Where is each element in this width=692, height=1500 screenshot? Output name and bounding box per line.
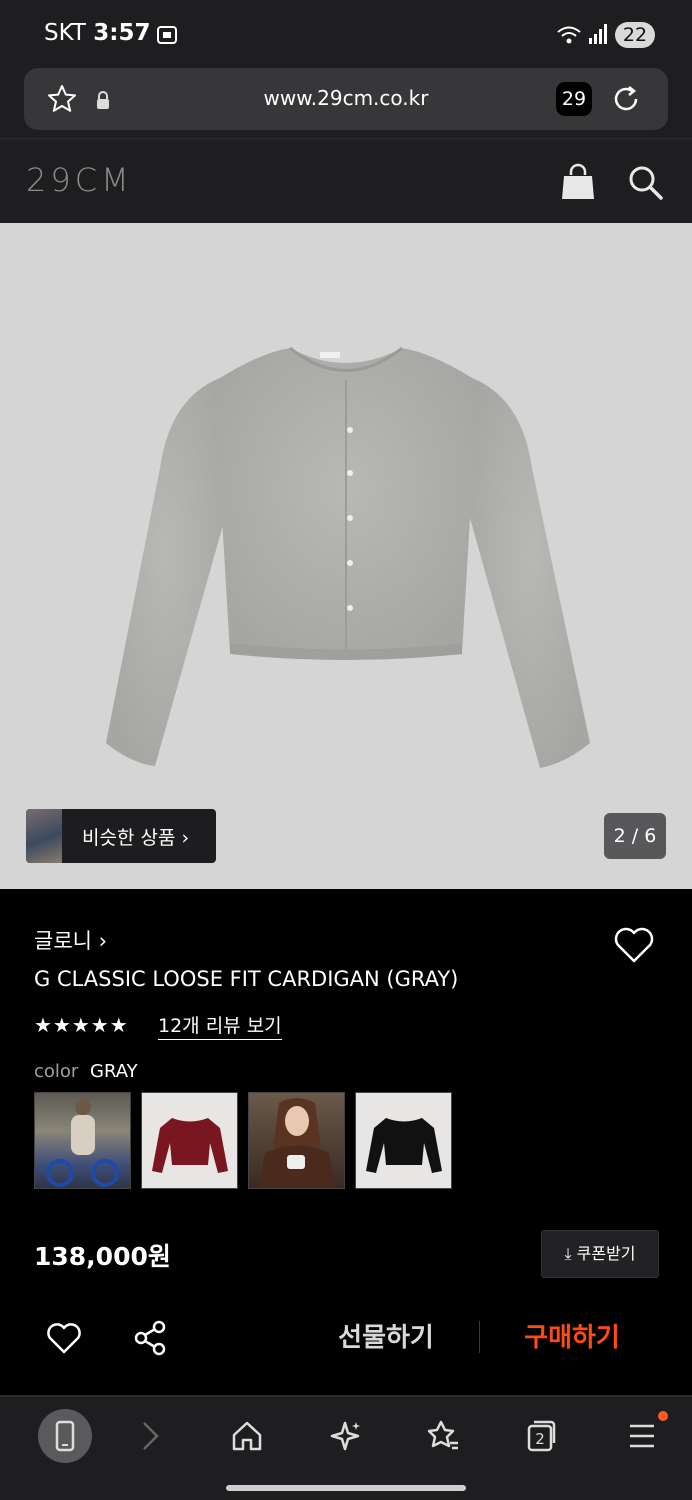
swatch-model-photo-1[interactable]	[34, 1092, 131, 1189]
swatch-model-photo-2[interactable]	[248, 1092, 345, 1189]
screenshot-icon	[157, 26, 177, 44]
carrier-name: SKT	[44, 20, 86, 46]
browser-toolbar: www.29cm.co.kr 29	[0, 66, 692, 138]
wishlist-heart-icon[interactable]	[46, 1321, 82, 1355]
site-logo[interactable]: 29CM	[26, 161, 133, 199]
share-icon[interactable]	[132, 1319, 168, 1357]
home-indicator[interactable]	[226, 1485, 466, 1491]
tabs-button[interactable]: 2	[514, 1409, 568, 1463]
tabs-count: 2	[535, 1430, 545, 1448]
address-bar[interactable]: www.29cm.co.kr 29	[24, 68, 668, 130]
status-time: 3:57	[93, 20, 151, 46]
color-value: GRAY	[90, 1061, 138, 1082]
browser-bottom-nav: 2	[0, 1395, 692, 1500]
notification-dot	[658, 1411, 668, 1421]
product-info: 글로니 › G CLASSIC LOOSE FIT CARDIGAN (GRAY…	[0, 889, 692, 1395]
battery-indicator: 22	[615, 22, 655, 48]
swatch-black-cardigan[interactable]	[355, 1092, 452, 1189]
status-carrier-time: SKT 3:57	[44, 20, 150, 46]
forward-button[interactable]	[122, 1409, 176, 1463]
buy-button[interactable]: 구매하기	[504, 1317, 640, 1359]
wifi-icon	[557, 26, 581, 44]
phone-icon	[55, 1420, 75, 1452]
brand-link[interactable]: 글로니 ›	[34, 925, 107, 955]
reload-icon[interactable]	[609, 82, 643, 116]
product-image-carousel[interactable]: 비슷한 상품 › 2 / 6	[0, 223, 692, 889]
signal-icon	[589, 24, 607, 44]
home-button[interactable]	[220, 1409, 274, 1463]
product-photo	[106, 346, 590, 768]
review-link[interactable]: 12개 리뷰 보기	[158, 1011, 282, 1040]
rating-stars: ★★★★★	[34, 1013, 129, 1037]
similar-products-button[interactable]: 비슷한 상품 ›	[26, 809, 216, 863]
device-toggle-button[interactable]	[38, 1409, 92, 1463]
ai-button[interactable]	[318, 1409, 372, 1463]
swatch-burgundy-cardigan[interactable]	[141, 1092, 238, 1189]
bookmarks-button[interactable]	[416, 1409, 470, 1463]
similar-products-label: 비슷한 상품 ›	[82, 827, 190, 849]
shopping-bag-icon[interactable]	[560, 163, 596, 201]
gift-button[interactable]: 선물하기	[318, 1317, 454, 1359]
bookmarks-icon	[427, 1420, 458, 1450]
similar-thumbnail	[26, 809, 62, 863]
tab-count-button[interactable]: 29	[556, 82, 592, 116]
site-header: 29CM	[0, 138, 692, 223]
status-bar: SKT 3:57 22	[0, 0, 692, 66]
search-icon[interactable]	[626, 163, 664, 201]
product-title: G CLASSIC LOOSE FIT CARDIGAN (GRAY)	[34, 967, 459, 991]
sparkle-icon	[330, 1421, 360, 1451]
home-icon	[232, 1421, 262, 1451]
tabs-icon: 2	[527, 1420, 556, 1452]
image-pager: 2 / 6	[604, 813, 666, 859]
heart-icon[interactable]	[612, 925, 656, 965]
chevron-right-icon	[143, 1422, 159, 1450]
coupon-button[interactable]: ⤓ 쿠폰받기	[541, 1230, 659, 1278]
color-label: color	[34, 1061, 79, 1082]
action-divider	[479, 1321, 480, 1353]
product-price: 138,000원	[34, 1242, 171, 1271]
